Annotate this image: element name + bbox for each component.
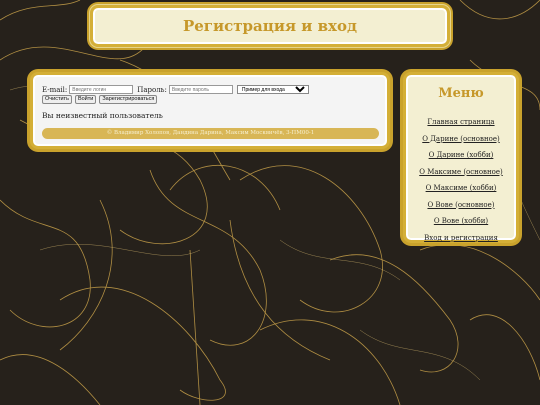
menu-link-login-register[interactable]: Вход и регистрация (424, 234, 498, 242)
menu-link-darina-hobby[interactable]: О Дарине (хобби) (429, 151, 494, 159)
email-label: E-mail: (42, 85, 68, 94)
menu-link-home[interactable]: Главная страница (427, 118, 494, 126)
menu-title: Меню (438, 86, 484, 101)
login-form: E-mail: Пароль: Пример для входа (42, 85, 309, 94)
menu-link-maxim-hobby[interactable]: О Максиме (хобби) (426, 184, 497, 192)
clear-button[interactable]: Очистить (42, 95, 72, 104)
main-content-panel: E-mail: Пароль: Пример для входа Очистит… (30, 72, 390, 149)
menu-item: Главная страница (406, 109, 516, 126)
password-label: Пароль: (137, 85, 167, 94)
menu-item: О Вове (хобби) (406, 208, 516, 225)
form-buttons: Очистить Войти Зарегистрироваться (42, 95, 158, 104)
menu-item: О Максиме (основное) (406, 159, 516, 176)
copyright-footer: © Владимир Холопов, Дандина Дарина, Макс… (42, 128, 379, 139)
register-button[interactable]: Зарегистрироваться (99, 95, 158, 104)
menu-item: О Дарине (основное) (406, 126, 516, 143)
side-menu: Меню Главная страница О Дарине (основное… (403, 72, 519, 243)
menu-item: Вход и регистрация (406, 225, 516, 242)
login-button[interactable]: Войти (74, 95, 97, 104)
page-title: Регистрация и вход (182, 17, 357, 35)
menu-item: О Дарине (хобби) (406, 142, 516, 159)
page-header: Регистрация и вход (89, 4, 451, 48)
menu-item: О Вове (основное) (406, 192, 516, 209)
example-login-select[interactable]: Пример для входа (236, 85, 309, 94)
password-field[interactable] (168, 85, 233, 94)
menu-item: О Максиме (хобби) (406, 175, 516, 192)
email-field[interactable] (69, 85, 134, 94)
user-status-text: Вы неизвестный пользователь (42, 111, 163, 120)
menu-link-vova-hobby[interactable]: О Вове (хобби) (434, 217, 488, 225)
menu-list: Главная страница О Дарине (основное) О Д… (406, 109, 516, 242)
